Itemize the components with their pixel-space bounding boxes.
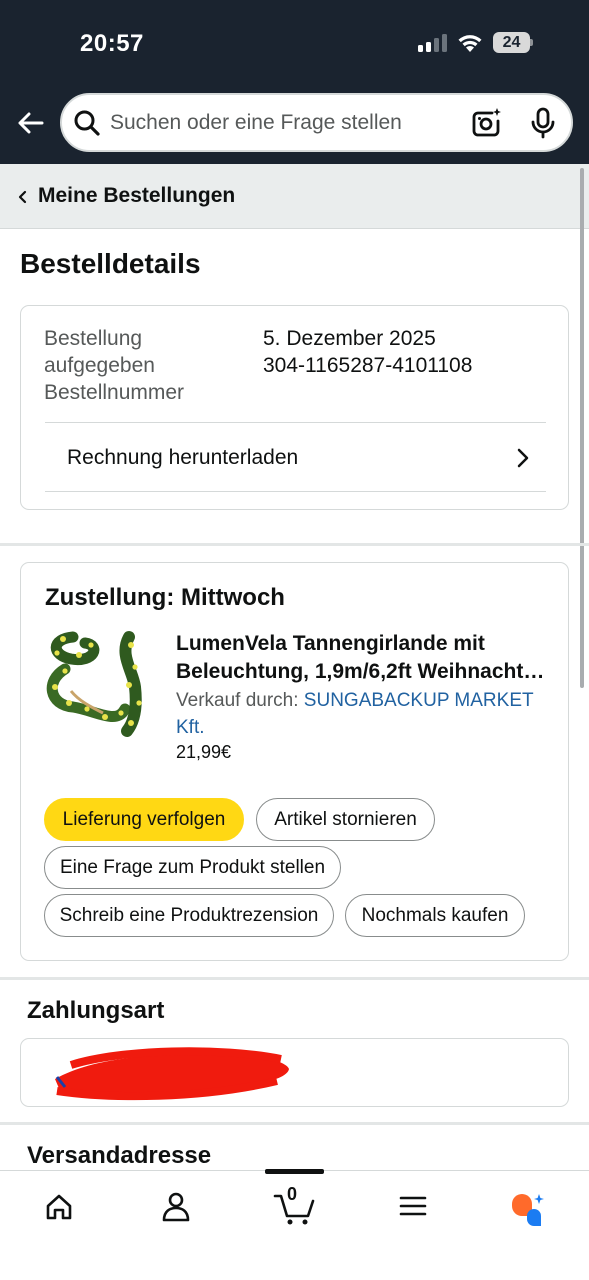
download-invoice-row[interactable]: Rechnung herunterladen (45, 423, 546, 492)
battery-level: 24 (502, 34, 521, 51)
redaction-scribble (55, 1047, 289, 1101)
breadcrumb-label[interactable]: Meine Bestellungen (38, 184, 235, 208)
rufus-icon[interactable] (505, 1186, 553, 1226)
wifi-icon (458, 35, 482, 52)
signal-icon (418, 34, 448, 52)
battery-icon: 24 (493, 32, 533, 53)
bottom-navigation: 0 (0, 1169, 589, 1280)
ask-question-button[interactable]: Eine Frage zum Produkt stellen (44, 846, 341, 889)
page-title: Bestelldetails (20, 248, 201, 279)
product-title[interactable]: LumenVela Tannengirlande mit Beleuchtung… (176, 630, 551, 686)
track-delivery-button[interactable]: Lieferung verfolgen (44, 798, 244, 841)
cart-count: 0 (287, 1184, 298, 1204)
search-input[interactable] (110, 95, 450, 150)
home-icon[interactable] (35, 1186, 83, 1226)
buy-again-button[interactable]: Nochmals kaufen (345, 894, 525, 937)
section-divider (0, 1122, 589, 1125)
status-time: 20:57 (80, 30, 144, 57)
top-header: 20:57 24 (0, 0, 589, 164)
delivery-card: Zustellung: Mittwoch LumenVela Tannengir… (20, 562, 569, 961)
product-image[interactable] (43, 625, 153, 739)
payment-method-card[interactable] (20, 1038, 569, 1107)
profile-icon[interactable] (152, 1186, 200, 1226)
product-title-line-2[interactable]: Beleuchtung, 1,9m/6,2ft Weihnachtsgirlan… (176, 658, 551, 686)
order-details-card: Bestellung aufgegeben 5. Dezember 2025 B… (20, 305, 569, 510)
cart-tab[interactable]: 0 (270, 1184, 318, 1226)
mic-icon[interactable] (528, 107, 558, 139)
search-bar[interactable] (60, 93, 573, 152)
delivery-title: Zustellung: Mittwoch (45, 584, 285, 611)
section-divider (0, 977, 589, 980)
order-placed-value: 5. Dezember 2025 (263, 327, 436, 350)
seller-info: Verkauf durch: SUNGABACKUP MARKET Kft. (176, 687, 556, 741)
menu-icon[interactable] (389, 1186, 437, 1226)
write-review-button[interactable]: Schreib eine Produktrezension (44, 894, 334, 937)
scrollbar[interactable] (580, 168, 584, 688)
cancel-item-button[interactable]: Artikel stornieren (256, 798, 435, 841)
breadcrumb[interactable]: Meine Bestellungen (0, 164, 589, 229)
payment-heading: Zahlungsart (27, 997, 165, 1024)
back-arrow-icon[interactable] (14, 106, 48, 140)
camera-icon[interactable] (470, 107, 502, 139)
seller-prefix: Verkauf durch: (176, 690, 304, 711)
product-title-line-1[interactable]: LumenVela Tannengirlande mit (176, 630, 551, 658)
search-icon (74, 110, 100, 136)
order-number-label: Bestellnummer (44, 381, 185, 404)
product-price: 21,99€ (176, 742, 232, 762)
section-divider (0, 543, 589, 546)
order-placed-label: Bestellung aufgegeben (44, 327, 155, 377)
divider (45, 491, 546, 492)
chevron-right-icon (517, 448, 529, 468)
shipping-heading: Versandadresse (27, 1142, 212, 1169)
order-number-value: 304-1165287-4101108 (263, 354, 473, 377)
chevron-left-icon (18, 190, 27, 204)
active-tab-indicator (265, 1169, 324, 1174)
download-invoice-label[interactable]: Rechnung herunterladen (67, 446, 298, 470)
